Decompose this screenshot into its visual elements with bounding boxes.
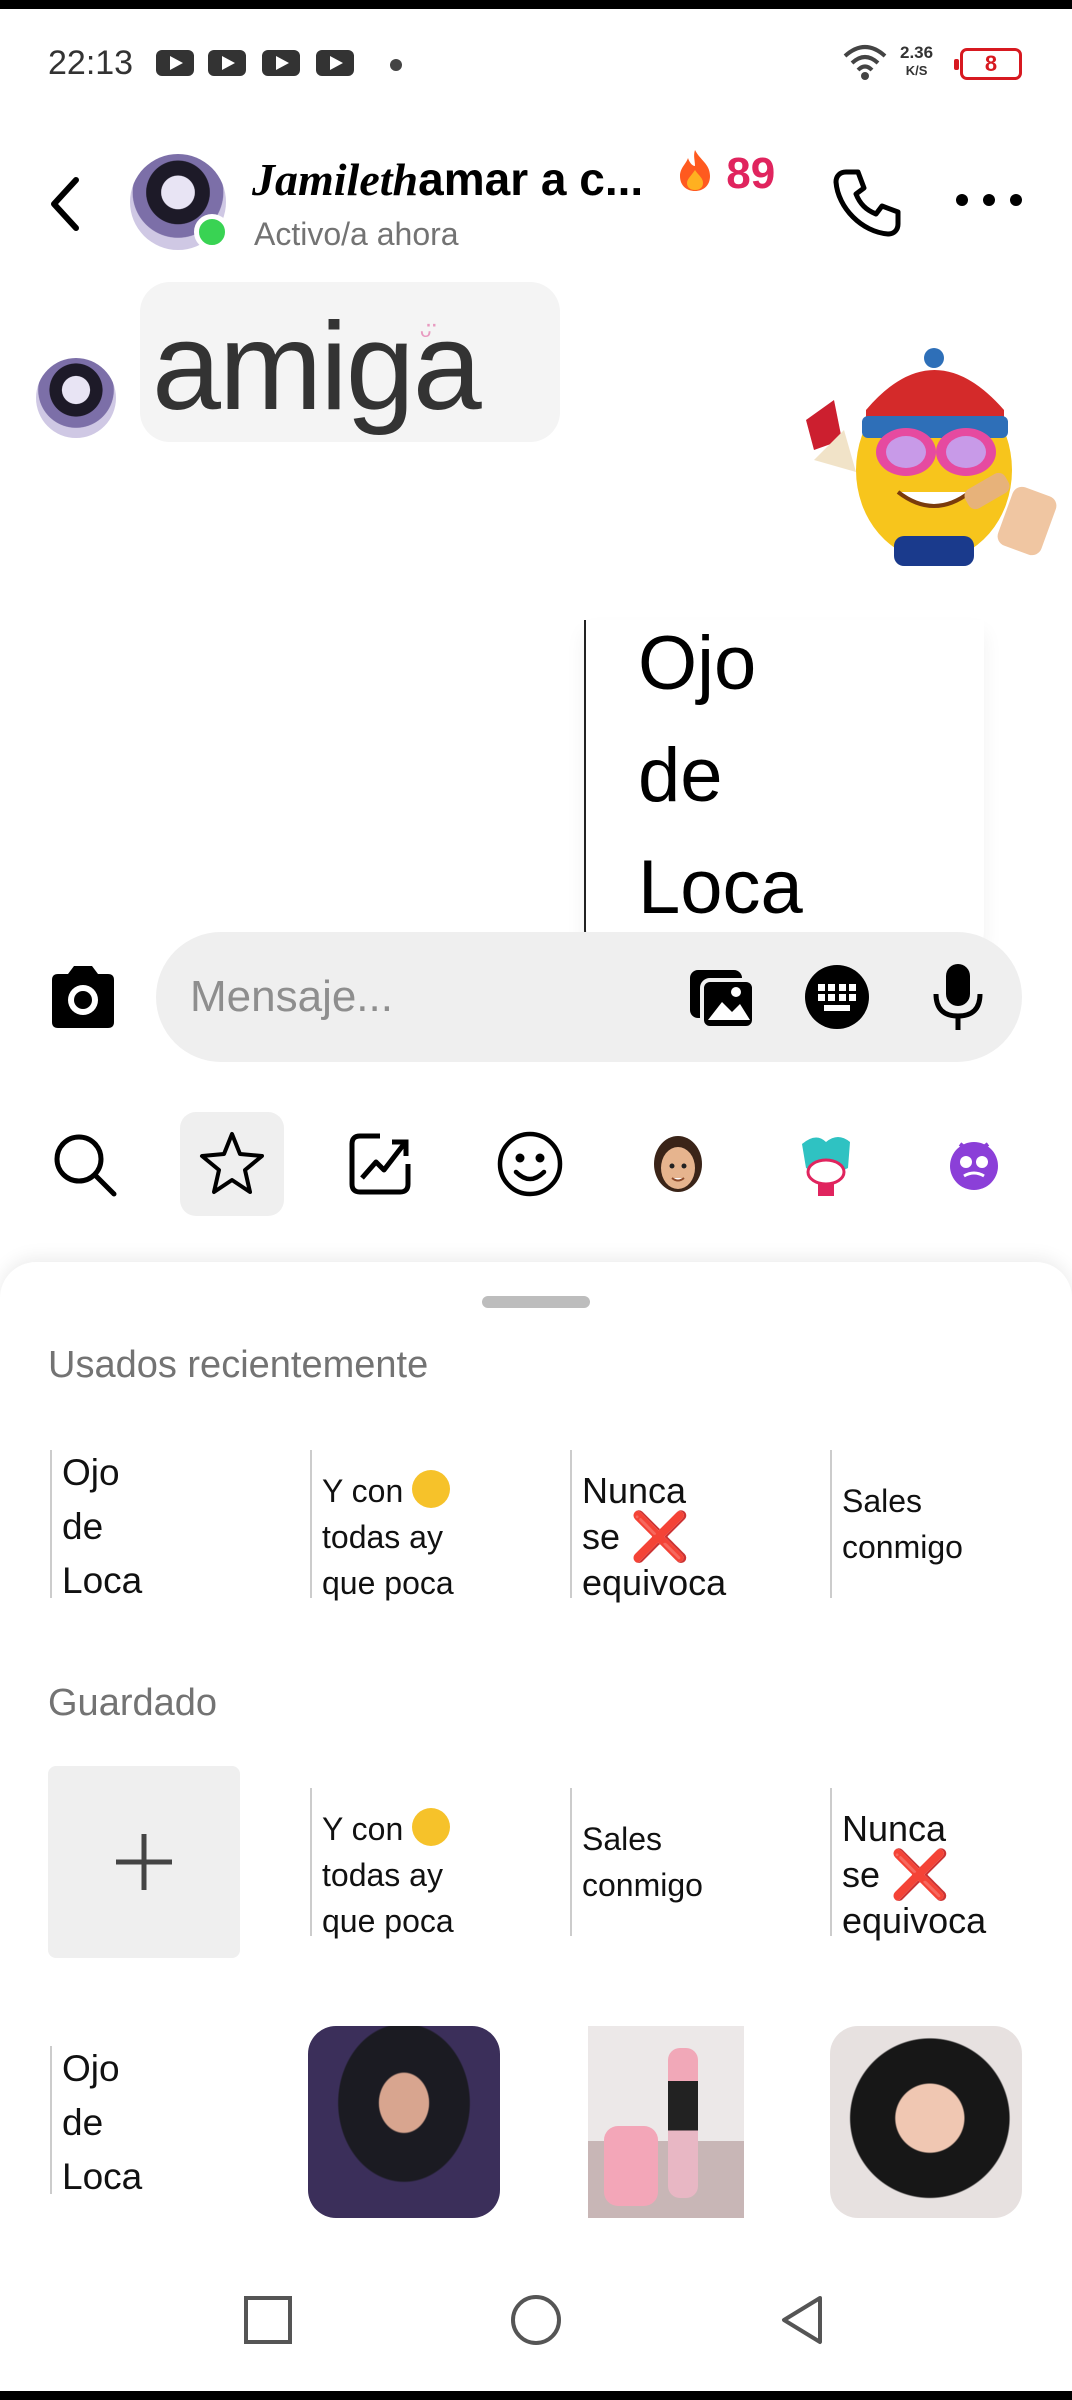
panel-drag-handle[interactable]: [482, 1296, 590, 1308]
recent-sticker[interactable]: Ojo de Loca: [50, 1428, 246, 1624]
saved-section-title: Guardado: [48, 1682, 218, 1724]
bottom-edge: [0, 2391, 1072, 2400]
cross-mark-icon: ❌: [630, 1511, 690, 1564]
battery-indicator: 8: [954, 48, 1022, 80]
saved-sticker[interactable]: Nunca se ❌ equivoca: [830, 1766, 1026, 1962]
bow-decoration: ᵕ̈: [420, 318, 432, 351]
tab-more-stickers[interactable]: [922, 1112, 1026, 1216]
fire-icon: [680, 150, 710, 191]
camera-icon[interactable]: [48, 964, 118, 1030]
tab-character-stickers[interactable]: [774, 1112, 878, 1216]
cross-mark-icon: ❌: [890, 1849, 950, 1902]
sent-text-sticker-message[interactable]: Ojo de Loca: [584, 620, 984, 970]
top-edge: [0, 0, 1072, 9]
phone-call-icon[interactable]: [832, 166, 904, 238]
presence-status: Activo/a ahora: [254, 216, 459, 252]
emoji-icon: [497, 1131, 563, 1197]
add-sticker-button[interactable]: [48, 1766, 240, 1958]
home-button[interactable]: [508, 2292, 564, 2348]
wifi-icon: [843, 45, 887, 80]
youtube-notification-icon: [262, 50, 300, 76]
saved-photo-sticker[interactable]: [588, 2026, 744, 2218]
received-sticker-message[interactable]: amiga ᵕ̈: [140, 282, 560, 442]
status-bar: 22:13 2.36 K/S 8: [0, 20, 1072, 104]
tab-emoji[interactable]: [478, 1112, 582, 1216]
tab-avatar-stickers[interactable]: [626, 1112, 730, 1216]
avatar-sticker-icon: [654, 1136, 702, 1192]
chat-header: Jamilethamar a c... 89 Activo/a ahora: [0, 140, 1072, 270]
unamused-face-icon: [412, 1808, 451, 1846]
status-time: 22:13: [48, 44, 134, 82]
unamused-face-icon: [412, 1470, 451, 1508]
message-composer[interactable]: Mensaje...: [156, 932, 1022, 1062]
message-input[interactable]: Mensaje...: [190, 972, 393, 1022]
recent-section-title: Usados recientemente: [48, 1344, 429, 1386]
streak-badge: 89: [676, 148, 775, 199]
back-arrow-icon[interactable]: [44, 172, 88, 236]
tab-search[interactable]: [32, 1112, 136, 1216]
youtube-notification-icon: [156, 50, 194, 76]
sent-emoji-sticker[interactable]: [794, 340, 1064, 580]
keyboard-icon[interactable]: [804, 964, 870, 1030]
recent-sticker[interactable]: Sales conmigo: [830, 1428, 1026, 1624]
recent-sticker[interactable]: Nunca se ❌ equivoca: [570, 1428, 766, 1624]
gallery-icon[interactable]: [688, 968, 756, 1030]
saved-photo-sticker[interactable]: [830, 2026, 1022, 2218]
trending-icon: [349, 1133, 411, 1195]
saved-sticker[interactable]: Y con todas ay que poca: [310, 1766, 506, 1962]
sender-avatar[interactable]: [36, 358, 116, 438]
tab-saved[interactable]: [180, 1112, 284, 1216]
more-options-icon[interactable]: [954, 188, 1024, 212]
net-speed: 2.36 K/S: [900, 43, 934, 79]
contact-avatar[interactable]: [130, 154, 230, 250]
online-status-dot: [194, 214, 230, 250]
recent-apps-button[interactable]: [240, 2292, 296, 2348]
more-notifications-dot: [390, 59, 402, 71]
saved-photo-sticker[interactable]: [308, 2026, 500, 2218]
character-sticker-icon: [802, 1137, 850, 1196]
microphone-icon[interactable]: [930, 962, 986, 1032]
recent-sticker[interactable]: Y con todas ay que poca: [310, 1428, 506, 1624]
back-button[interactable]: [774, 2292, 830, 2348]
saved-sticker[interactable]: Sales conmigo: [570, 1766, 766, 1962]
search-icon: [54, 1134, 117, 1197]
plus-icon: [116, 1834, 172, 1890]
saved-sticker[interactable]: Ojo de Loca: [50, 2024, 246, 2220]
star-icon: [200, 1132, 264, 1194]
tab-trending[interactable]: [328, 1112, 432, 1216]
contact-name[interactable]: Jamilethamar a c...: [252, 152, 643, 206]
youtube-notification-icon: [208, 50, 246, 76]
youtube-notification-icon: [316, 50, 354, 76]
purple-face-sticker-icon: [950, 1142, 998, 1190]
